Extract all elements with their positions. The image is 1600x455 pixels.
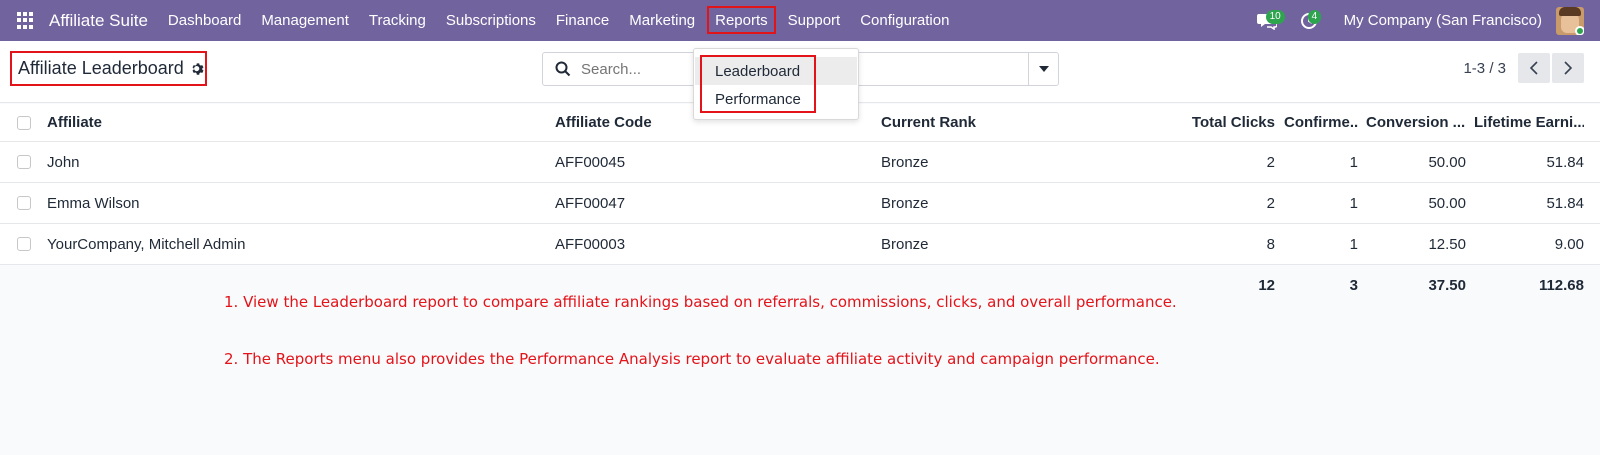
page-title-box: Affiliate Leaderboard xyxy=(10,51,207,86)
activities-button[interactable]: 4 xyxy=(1294,6,1324,36)
affiliate-code-cell: AFF00047 xyxy=(555,194,626,212)
affiliate-code-cell: AFF00045 xyxy=(555,153,626,171)
confirmed-cell: 1 xyxy=(1349,194,1358,212)
avatar[interactable] xyxy=(1556,6,1584,35)
column-header-lifetime-earnings-label: Lifetime Earni... xyxy=(1474,114,1584,131)
conversion-cell: 12.50 xyxy=(1428,235,1466,253)
navbar: Affiliate Suite Dashboard Management Tra… xyxy=(0,0,1600,41)
affiliate-cell: John xyxy=(47,153,80,171)
gear-icon[interactable] xyxy=(191,62,205,76)
caret-down-icon xyxy=(1038,66,1049,72)
confirmed-cell: 1 xyxy=(1349,153,1358,171)
reports-menu-leaderboard[interactable]: Leaderboard xyxy=(695,57,857,85)
conversion-cell: 50.00 xyxy=(1428,194,1466,212)
company-switcher[interactable]: My Company (San Francisco) xyxy=(1344,12,1542,29)
column-header-affiliate[interactable]: Affiliate xyxy=(47,104,527,141)
main-menu: Dashboard Management Tracking Subscripti… xyxy=(158,0,960,41)
menu-subscriptions[interactable]: Subscriptions xyxy=(436,0,546,41)
page-title: Affiliate Leaderboard xyxy=(18,58,184,78)
pager-previous-button[interactable] xyxy=(1518,53,1550,83)
leaderboard-table: Affiliate Affiliate Code Current Rank To… xyxy=(0,104,1600,305)
systray: 10 4 My Company (San Francisco) xyxy=(1252,0,1600,41)
menu-configuration[interactable]: Configuration xyxy=(850,0,959,41)
current-rank-cell: Bronze xyxy=(881,235,929,253)
table-row[interactable]: YourCompany, Mitchell Admin AFF00003 Bro… xyxy=(0,224,1600,265)
select-all-checkbox[interactable] xyxy=(17,115,31,130)
app-title[interactable]: Affiliate Suite xyxy=(49,11,148,31)
reports-highlight-box xyxy=(707,6,776,34)
current-rank-cell: Bronze xyxy=(881,194,929,212)
column-header-conversion[interactable]: Conversion ... xyxy=(1366,104,1466,141)
total-clicks-cell: 2 xyxy=(1266,153,1275,171)
confirmed-sum: 3 xyxy=(1349,276,1358,294)
menu-finance[interactable]: Finance xyxy=(546,0,619,41)
menu-reports[interactable]: Reports xyxy=(705,0,778,41)
menu-management[interactable]: Management xyxy=(251,0,359,41)
messages-count-badge: 10 xyxy=(1265,9,1285,24)
lifetime-earnings-cell: 51.84 xyxy=(1546,194,1584,212)
chevron-left-icon xyxy=(1530,61,1538,75)
messages-button[interactable]: 10 xyxy=(1252,6,1285,36)
confirmed-cell: 1 xyxy=(1349,235,1358,253)
column-header-lifetime-earnings[interactable]: Lifetime Earni... ▼ xyxy=(1474,104,1584,141)
search-options-toggle[interactable] xyxy=(1028,53,1058,85)
lifetime-earnings-cell: 9.00 xyxy=(1554,235,1584,253)
search-icon xyxy=(555,61,571,77)
menu-marketing[interactable]: Marketing xyxy=(619,0,705,41)
lifetime-earnings-cell: 51.84 xyxy=(1546,153,1584,171)
reports-menu-performance[interactable]: Performance xyxy=(695,85,857,113)
column-header-current-rank[interactable]: Current Rank xyxy=(881,104,1161,141)
row-checkbox[interactable] xyxy=(17,196,31,210)
conversion-sum: 37.50 xyxy=(1428,276,1466,294)
conversion-cell: 50.00 xyxy=(1428,153,1466,171)
online-status-dot xyxy=(1575,25,1584,35)
total-clicks-cell: 8 xyxy=(1266,235,1275,253)
column-header-total-clicks[interactable]: Total Clicks xyxy=(1180,104,1275,141)
affiliate-code-cell: AFF00003 xyxy=(555,235,626,253)
table-row[interactable]: John AFF00045 Bronze 2 1 50.00 51.84 xyxy=(0,142,1600,183)
table-row[interactable]: Emma Wilson AFF00047 Bronze 2 1 50.00 51… xyxy=(0,183,1600,224)
activities-count-badge: 4 xyxy=(1307,9,1322,24)
total-clicks-sum: 12 xyxy=(1258,276,1275,294)
annotation-note-2: 2. The Reports menu also provides the Pe… xyxy=(224,350,1160,368)
annotation-note-1: 1. View the Leaderboard report to compar… xyxy=(224,293,1177,311)
apps-icon[interactable] xyxy=(17,11,35,30)
menu-tracking[interactable]: Tracking xyxy=(359,0,436,41)
pager-next-button[interactable] xyxy=(1552,53,1584,83)
reports-dropdown-menu: Leaderboard Performance xyxy=(693,48,859,120)
column-header-confirmed[interactable]: Confirme... xyxy=(1284,104,1358,141)
menu-dashboard[interactable]: Dashboard xyxy=(158,0,251,41)
affiliate-cell: YourCompany, Mitchell Admin xyxy=(47,235,246,253)
menu-support[interactable]: Support xyxy=(778,0,851,41)
row-checkbox[interactable] xyxy=(17,155,31,169)
pager-value[interactable]: 1-3 / 3 xyxy=(1463,60,1506,77)
row-checkbox[interactable] xyxy=(17,237,31,251)
affiliate-cell: Emma Wilson xyxy=(47,194,140,212)
chevron-right-icon xyxy=(1564,61,1572,75)
lifetime-earnings-sum: 112.68 xyxy=(1538,276,1584,294)
pager: 1-3 / 3 xyxy=(1463,53,1584,83)
current-rank-cell: Bronze xyxy=(881,153,929,171)
total-clicks-cell: 2 xyxy=(1266,194,1275,212)
